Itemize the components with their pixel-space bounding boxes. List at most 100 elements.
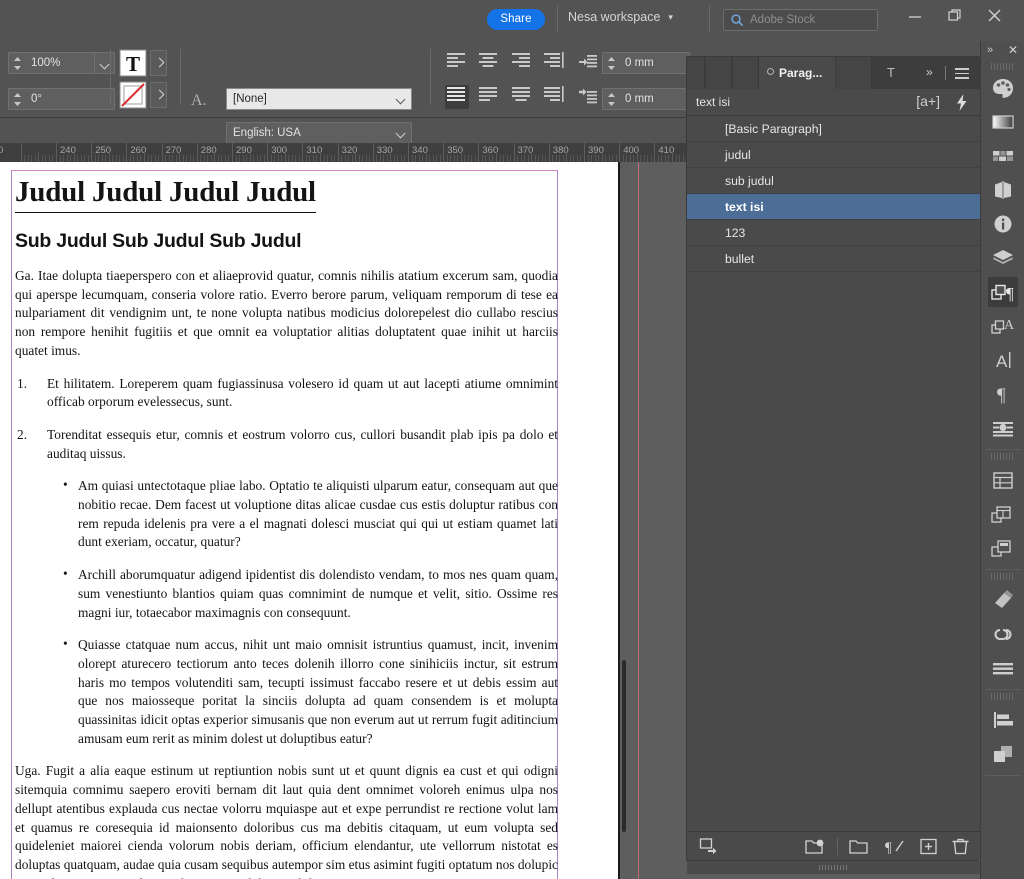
workspace-switcher[interactable]: Nesa workspace ▾ [568, 10, 673, 24]
ruler-minor-tick [249, 152, 251, 162]
color-palette-icon[interactable] [988, 73, 1018, 103]
style-list-item[interactable]: text isi [687, 194, 980, 220]
paragraph-styles-icon[interactable]: ¶ [988, 277, 1018, 307]
chevron-down-icon[interactable] [391, 89, 411, 109]
ruler-minor-tick [675, 155, 677, 162]
document-page: Judul Judul Judul Judul Sub Judul Sub Ju… [0, 162, 620, 879]
style-list-item[interactable]: judul [687, 142, 980, 168]
justify-all-lines-button[interactable] [445, 85, 469, 109]
stroke-color-swatch[interactable] [119, 81, 147, 109]
stroke-swatch-expand-button[interactable] [150, 82, 167, 108]
dock-grip-2[interactable] [991, 453, 1015, 460]
pages-spread-icon[interactable] [988, 175, 1018, 205]
dock-grip-3[interactable] [991, 573, 1015, 580]
style-name: judul [725, 148, 751, 162]
panel-tab-ghost[interactable] [687, 57, 705, 89]
clear-override-icon[interactable]: [a+] [916, 93, 940, 109]
cell-styles-icon[interactable] [988, 499, 1018, 529]
clear-overrides-icon[interactable]: ¶ [885, 837, 907, 856]
table-icon[interactable] [988, 465, 1018, 495]
new-style-group-icon[interactable] [805, 837, 827, 856]
ruler-minor-tick [436, 155, 438, 162]
ruler-minor-tick [598, 155, 600, 162]
style-list-item[interactable]: bullet [687, 246, 980, 272]
ruler-minor-tick [80, 155, 82, 162]
text-frame-icon[interactable]: A [988, 345, 1018, 375]
justify-right-button[interactable] [543, 85, 567, 109]
adobe-stock-search[interactable]: Adobe Stock [723, 9, 878, 31]
links-icon[interactable] [988, 619, 1018, 649]
ruler-minor-tick [66, 155, 68, 162]
align-panel-icon[interactable] [988, 705, 1018, 735]
fill-color-swatch[interactable]: T [119, 49, 147, 77]
window-minimize-button[interactable] [895, 0, 935, 28]
ruler-minor-tick [682, 155, 684, 162]
ruler-minor-tick [622, 155, 624, 162]
scale-stepper[interactable]: 100% [8, 52, 115, 74]
align-center-button[interactable] [477, 51, 501, 75]
panel-tab-ghost[interactable] [733, 57, 759, 89]
ruler-major-tick [548, 143, 550, 162]
new-group-icon[interactable] [849, 837, 871, 856]
character-styles-icon[interactable]: A [988, 311, 1018, 341]
share-button[interactable]: Share [487, 9, 545, 30]
ruler-minor-tick [450, 155, 452, 162]
ruler-minor-tick [358, 155, 360, 162]
swatches-grid-icon[interactable] [988, 141, 1018, 171]
numbered-list-item: 1. Et hilitatem. Loreperem quam fugiassi… [15, 375, 558, 412]
table-styles-icon[interactable] [988, 533, 1018, 563]
new-style-icon[interactable] [919, 837, 939, 856]
justify-center-button[interactable] [510, 85, 534, 109]
align-right-button[interactable] [510, 51, 534, 75]
dock-close-icon[interactable]: ✕ [1008, 43, 1018, 57]
align-toward-spine-button[interactable] [543, 51, 567, 75]
rotation-stepper[interactable]: 0° [8, 88, 115, 110]
paragraph-style-combo[interactable]: [None] [226, 88, 412, 110]
canvas-scrollbar[interactable] [622, 660, 626, 832]
chevron-down-icon[interactable] [391, 123, 411, 143]
language-combo[interactable]: English: USA [226, 122, 412, 144]
pathfinder-icon[interactable] [988, 739, 1018, 769]
tab-type-secondary[interactable]: T [887, 65, 895, 80]
paragraph-mark-icon[interactable]: ¶ [988, 379, 1018, 409]
ruler-minor-tick [369, 155, 371, 162]
window-close-button[interactable] [975, 0, 1015, 28]
dock-grip-4[interactable] [991, 693, 1015, 700]
quick-apply-bolt-icon[interactable] [956, 94, 968, 111]
bullet-marker: • [63, 566, 68, 582]
panel-resize-grip[interactable] [687, 861, 980, 874]
load-styles-icon[interactable] [699, 837, 719, 856]
left-indent-stepper[interactable]: 0 mm [602, 52, 690, 74]
align-left-button[interactable] [445, 51, 469, 75]
dock-grip-1[interactable] [991, 63, 1015, 70]
dock-collapse-icon[interactable]: » [987, 44, 993, 56]
object-styles-icon[interactable] [988, 413, 1018, 443]
style-list-item[interactable]: sub judul [687, 168, 980, 194]
fill-swatch-expand-button[interactable] [150, 50, 167, 76]
style-list-item[interactable]: [Basic Paragraph] [687, 116, 980, 142]
effects-icon[interactable] [988, 585, 1018, 615]
ruler-minor-tick [538, 155, 540, 162]
tab-paragraph-styles[interactable]: Parag... [759, 57, 835, 89]
align-lines-icon[interactable] [988, 653, 1018, 683]
ruler-minor-tick [379, 155, 381, 162]
panel-overflow-chevron-icon[interactable]: » [926, 65, 933, 79]
ruler-major-tick [513, 143, 515, 162]
ruler-minor-tick [467, 155, 469, 162]
scale-dropdown-arrow[interactable] [94, 53, 114, 73]
ruler-minor-tick [330, 155, 332, 162]
ruler-minor-tick [189, 155, 191, 162]
justify-left-button[interactable] [477, 85, 501, 109]
layers-icon[interactable] [988, 243, 1018, 273]
panel-tab-ghost[interactable] [706, 57, 732, 89]
panel-menu-icon[interactable] [955, 68, 969, 79]
panel-tab-ghost[interactable] [836, 57, 872, 89]
delete-style-icon[interactable] [951, 837, 971, 856]
style-list-item[interactable]: 123 [687, 220, 980, 246]
window-restore-button[interactable] [935, 0, 975, 28]
style-list[interactable]: [Basic Paragraph] judul sub judul text isi 1… [687, 116, 980, 833]
ruler-minor-tick [101, 155, 103, 162]
gradient-icon[interactable] [988, 107, 1018, 137]
info-icon[interactable] [988, 209, 1018, 239]
first-line-indent-stepper[interactable]: 0 mm [602, 88, 690, 110]
